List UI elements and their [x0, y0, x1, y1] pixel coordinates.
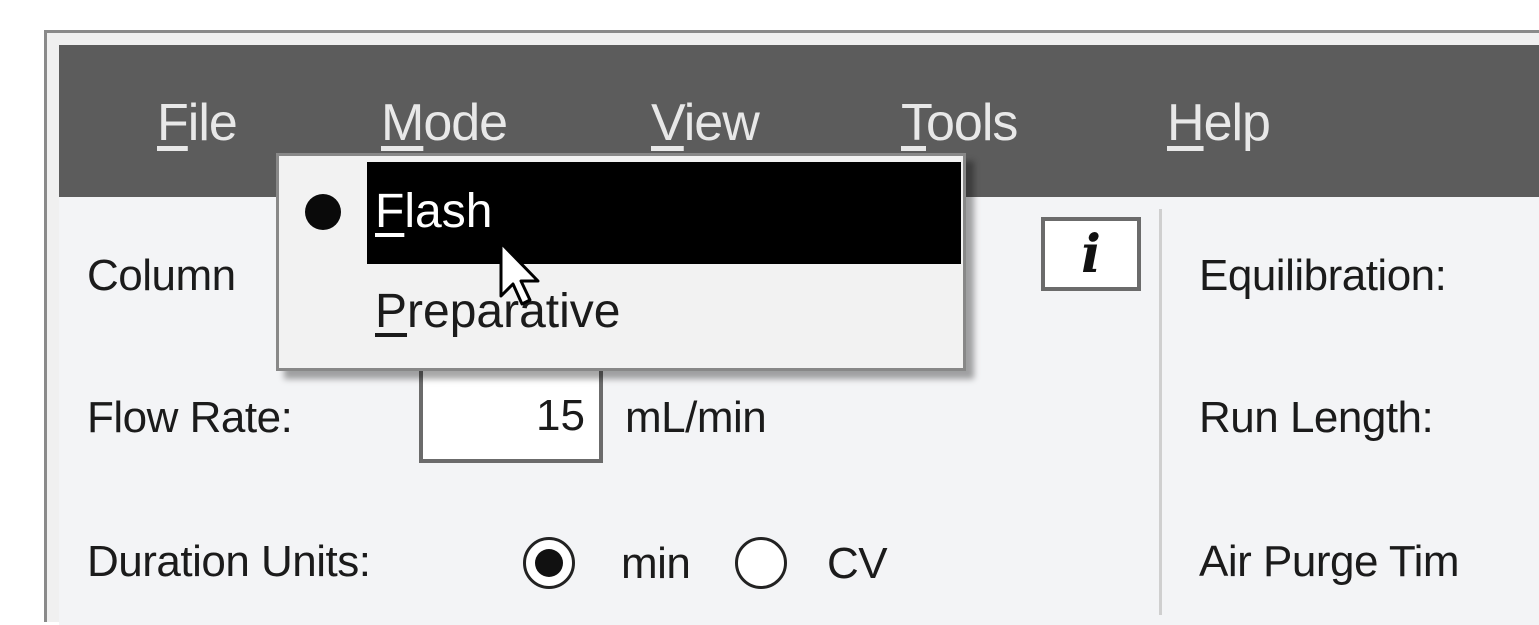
menu-help[interactable]: Help	[1167, 93, 1271, 153]
column-label: Column	[87, 251, 236, 300]
run-length-label: Run Length:	[1199, 393, 1434, 442]
menu-option-flash[interactable]: Flash	[367, 162, 961, 264]
mode-dropdown-menu: Flash Preparative	[276, 153, 966, 371]
menu-file[interactable]: File	[157, 93, 238, 153]
radio-selected-dot	[535, 549, 563, 577]
flow-rate-value: 15	[536, 391, 585, 440]
panel-divider	[1159, 209, 1162, 615]
radio-cv[interactable]	[735, 537, 787, 589]
flow-rate-input[interactable]: 15	[419, 367, 603, 463]
equilibration-label: Equilibration:	[1199, 251, 1447, 300]
air-purge-label: Air Purge Tim	[1199, 537, 1460, 586]
flow-rate-label: Flow Rate:	[87, 393, 293, 442]
radio-bullet-icon	[305, 194, 341, 230]
menu-mode[interactable]: Mode	[381, 93, 508, 153]
menu-view[interactable]: View	[651, 93, 760, 153]
radio-cv-label[interactable]: CV	[827, 539, 888, 589]
flow-rate-unit: mL/min	[625, 393, 767, 442]
menu-tools[interactable]: Tools	[901, 93, 1018, 153]
info-icon: i	[1081, 223, 1101, 285]
menu-option-preparative[interactable]: Preparative	[367, 262, 961, 364]
info-button[interactable]: i	[1041, 217, 1141, 291]
duration-units-label: Duration Units:	[87, 537, 371, 586]
mouse-pointer-icon	[499, 241, 540, 306]
radio-min[interactable]	[523, 537, 575, 589]
radio-min-label[interactable]: min	[621, 539, 691, 589]
